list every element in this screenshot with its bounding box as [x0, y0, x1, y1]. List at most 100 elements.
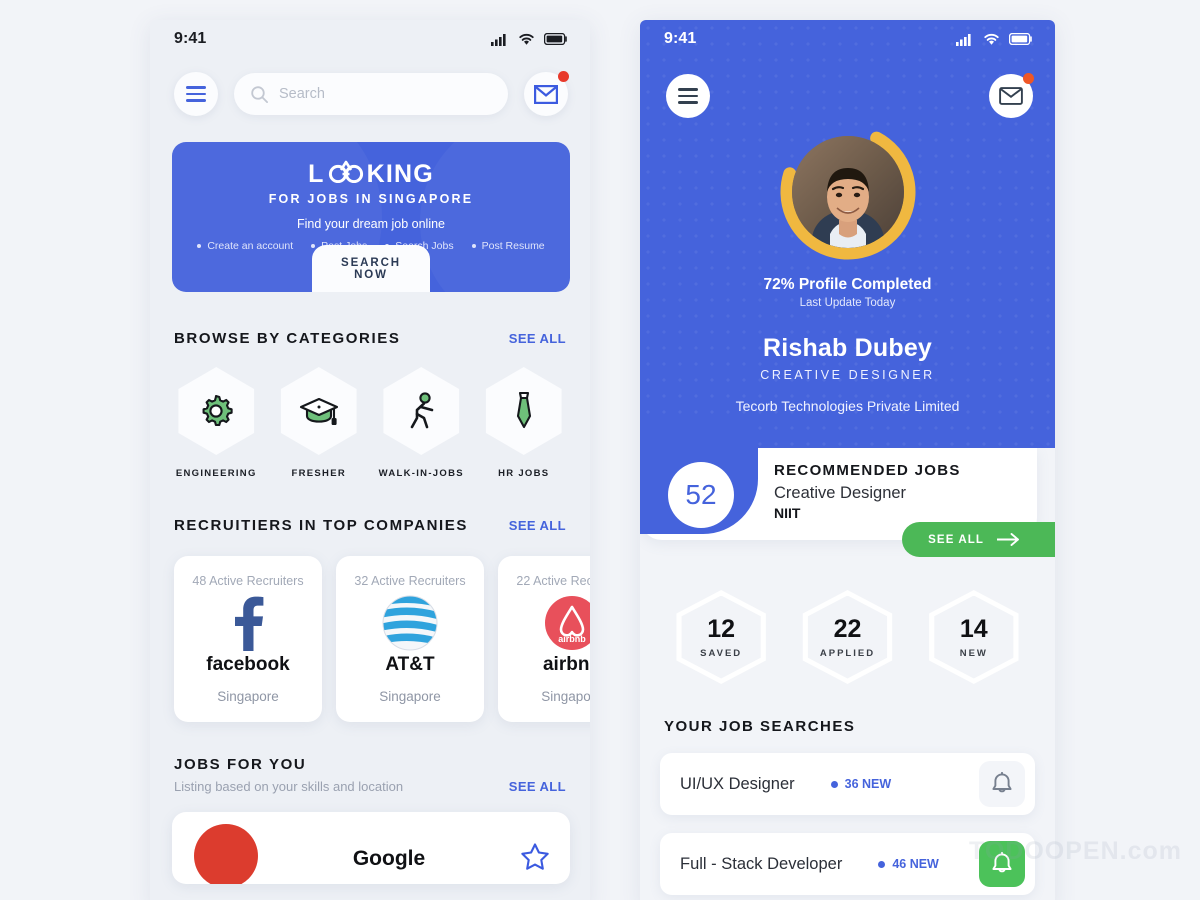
profile-progress-text: 72% Profile Completed [763, 276, 932, 293]
avatar[interactable] [780, 124, 916, 260]
envelope-icon [999, 87, 1023, 105]
signal-icon [956, 33, 971, 46]
hamburger-icon [678, 88, 698, 104]
wifi-icon [984, 33, 999, 45]
category-item-walk-in-jobs[interactable]: WALK-IN-JOBS [375, 367, 468, 479]
banner-title-after: KING [366, 160, 434, 188]
hamburger-icon [186, 86, 206, 102]
mail-notification-badge [558, 71, 569, 82]
search-placeholder: Search [279, 86, 325, 102]
status-time: 9:41 [174, 30, 207, 47]
job-search-alert-button[interactable] [979, 761, 1025, 807]
recruiter-card-airbnb[interactable]: 22 Active Recruiters airbnb airbnb Singa… [498, 556, 590, 722]
job-searches-title: YOUR JOB SEARCHES [664, 718, 856, 735]
left-content: Search L KING FOR JOBS IN SINGAPORE Find… [150, 58, 590, 900]
categories-header: BROWSE BY CATEGORIES SEE ALL [150, 330, 590, 347]
stat-label: SAVED [700, 648, 743, 659]
recommended-jobs-card[interactable]: 52 RECOMMENDED JOBS Creative Designer NI… [640, 426, 1055, 557]
job-search-name: Full - Stack Developer [680, 854, 843, 873]
recommended-title: RECOMMENDED JOBS [774, 462, 961, 479]
recruiter-card-facebook[interactable]: 48 Active Recruiters facebook Singapore [174, 556, 322, 722]
walking-person-icon [410, 392, 434, 429]
battery-icon [1009, 33, 1032, 45]
signal-icon [491, 33, 506, 46]
recruiter-count: 22 Active Recruiters [516, 574, 590, 588]
stat-saved[interactable]: 12 SAVED [676, 590, 766, 684]
job-search-alert-button[interactable] [979, 841, 1025, 887]
battery-icon [544, 33, 567, 45]
top-bar: Search [150, 58, 590, 116]
bookmark-star-button[interactable] [520, 842, 550, 877]
profile-header: 9:41 72% Profile Completed Last Update T… [640, 20, 1055, 448]
recommended-jobs-zone: 52 RECOMMENDED JOBS Creative Designer NI… [640, 426, 1055, 557]
banner-title-before: L [308, 160, 325, 188]
phone-left-screen: 9:41 Search L KING FOR JOBS IN SINGAPORE… [150, 20, 590, 900]
status-bar: 9:41 [150, 20, 590, 58]
recruiter-location: Singapore [541, 689, 590, 704]
att-logo [381, 592, 439, 654]
job-search-new-count: 46 NEW [878, 857, 939, 871]
profile-info: 72% Profile Completed Last Update Today … [640, 276, 1055, 414]
mail-button[interactable] [524, 71, 569, 116]
menu-button[interactable] [666, 74, 710, 118]
recommended-count: 52 [668, 462, 734, 528]
recruiter-card-att[interactable]: 32 Active Recruiters AT&T Singapore [336, 556, 484, 722]
avatar-photo [791, 136, 904, 248]
envelope-icon [534, 84, 558, 104]
top-bar [640, 58, 1055, 118]
menu-button[interactable] [174, 72, 218, 116]
jobs-note: Listing based on your skills and locatio… [174, 779, 404, 794]
bell-icon [992, 772, 1012, 793]
stat-applied[interactable]: 22 APPLIED [802, 590, 893, 684]
mail-button[interactable] [989, 73, 1034, 118]
google-logo [194, 824, 258, 884]
job-card-google[interactable]: Google [172, 812, 570, 884]
status-time: 9:41 [664, 30, 697, 47]
banner-subtitle: FOR JOBS IN SINGAPORE [268, 192, 474, 206]
categories-see-all[interactable]: SEE ALL [509, 331, 566, 346]
category-item-hr-jobs[interactable]: HR JOBS [478, 367, 571, 479]
airbnb-logo: airbnb [543, 592, 590, 654]
profile-name: Rishab Dubey [762, 334, 933, 362]
category-label: WALK-IN-JOBS [378, 468, 464, 479]
banner-title: L KING [172, 159, 570, 190]
recommended-see-all-button[interactable]: SEE ALL [902, 522, 1055, 557]
stat-value: 14 [959, 615, 988, 643]
job-search-row-fullstack[interactable]: Full - Stack Developer 46 NEW [660, 833, 1035, 895]
jobs-title: JOBS FOR YOU [174, 756, 307, 773]
mail-notification-badge [1023, 73, 1034, 84]
category-label: ENGINEERING [175, 468, 257, 479]
recommended-company: NIIT [774, 505, 801, 521]
banner-tagline: Find your dream job online [297, 217, 445, 231]
profile-company: Tecorb Technologies Private Limited [735, 398, 960, 414]
category-label: FRESHER [291, 468, 346, 479]
banner-bullet: Create an account [197, 240, 293, 252]
category-item-engineering[interactable]: ENGINEERING [170, 367, 263, 479]
screenshot-canvas: 9:41 Search L KING FOR JOBS IN SINGAPORE… [0, 0, 1200, 900]
promo-banner[interactable]: L KING FOR JOBS IN SINGAPORE Find your d… [172, 142, 570, 292]
search-input[interactable]: Search [234, 73, 508, 115]
necktie-icon [516, 391, 531, 429]
stat-label: APPLIED [819, 648, 876, 659]
categories-title: BROWSE BY CATEGORIES [174, 330, 401, 347]
recruiters-see-all[interactable]: SEE ALL [509, 518, 566, 533]
recruiter-location: Singapore [217, 689, 279, 704]
job-company-name: Google [352, 847, 426, 870]
job-search-row-uiux[interactable]: UI/UX Designer 36 NEW [660, 753, 1035, 815]
recruiter-name: AT&T [385, 654, 435, 675]
category-item-fresher[interactable]: FRESHER [273, 367, 366, 479]
jobs-header: JOBS FOR YOU [150, 756, 590, 773]
recommended-role: Creative Designer [774, 484, 907, 502]
graduation-cap-icon [299, 397, 338, 425]
search-now-button[interactable]: SEARCH NOW [312, 245, 430, 292]
recommended-text: RECOMMENDED JOBS Creative Designer NIIT [774, 462, 961, 521]
stats-row: 12 SAVED 22 APPLIED 14 NEW [640, 590, 1055, 684]
jobs-see-all[interactable]: SEE ALL [509, 779, 566, 794]
profile-last-update: Last Update Today [799, 297, 896, 309]
phone-right-screen: 9:41 72% Profile Completed Last Update T… [640, 20, 1055, 900]
bell-icon [992, 852, 1012, 873]
stat-label: NEW [959, 648, 988, 659]
wifi-icon [519, 33, 534, 45]
stat-new[interactable]: 14 NEW [929, 590, 1019, 684]
recruiters-header: RECRUITIERS IN TOP COMPANIES SEE ALL [150, 517, 590, 534]
